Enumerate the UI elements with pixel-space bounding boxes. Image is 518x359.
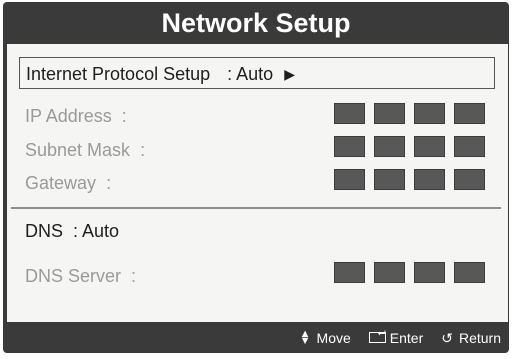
octet-box (374, 103, 405, 124)
octet-box (454, 262, 485, 283)
return-label: Return (458, 329, 501, 346)
return-hint: ↺ Return (441, 330, 501, 346)
enter-label: Enter (389, 329, 424, 346)
ip-address-label: IP Address : (25, 106, 127, 126)
octet-box (414, 169, 445, 190)
divider (11, 207, 501, 209)
internet-protocol-label: Internet Protocol Setup (26, 64, 211, 84)
octet-box (454, 103, 485, 124)
internet-protocol-value: : Auto (227, 64, 274, 84)
octet-box (374, 136, 405, 157)
enter-hint: Enter (368, 328, 424, 346)
octet-box (374, 262, 405, 283)
dns-row[interactable]: DNS : Auto (25, 221, 119, 242)
move-hint: ▲ ▼ Move (299, 327, 351, 347)
internet-protocol-setup-row[interactable]: Internet Protocol Setup : Auto ▶ (19, 57, 495, 89)
dns-value: : Auto (73, 221, 120, 241)
octet-box (334, 103, 365, 124)
octet-box (334, 262, 365, 283)
footer-bar: ▲▼ Move Enter ↺ Return (3, 322, 509, 353)
dns-label: DNS (25, 221, 64, 241)
subnet-mask-label: Subnet Mask : (25, 140, 146, 160)
octet-box (334, 136, 365, 157)
octet-box (454, 136, 485, 157)
return-icon: ↺ (441, 329, 453, 346)
octet-box (334, 169, 365, 190)
octet-box (374, 169, 405, 190)
gateway-boxes (334, 169, 485, 190)
enter-icon (368, 328, 386, 343)
subnet-mask-boxes (334, 136, 485, 157)
octet-box (414, 136, 445, 157)
dns-server-boxes (334, 262, 485, 283)
right-arrow-icon: ▶ (284, 66, 295, 82)
up-down-icon: ▲ ▼ (299, 327, 311, 347)
octet-box (414, 103, 445, 124)
octet-box (414, 262, 445, 283)
dialog-title: Network Setup (161, 8, 351, 38)
ip-address-boxes (334, 103, 485, 124)
octet-box (454, 169, 485, 190)
move-label: Move (316, 329, 351, 346)
settings-panel: Internet Protocol Setup : Auto ▶ IP Addr… (7, 44, 508, 322)
gateway-label: Gateway : (25, 173, 112, 193)
dns-server-label: DNS Server : (25, 266, 137, 286)
